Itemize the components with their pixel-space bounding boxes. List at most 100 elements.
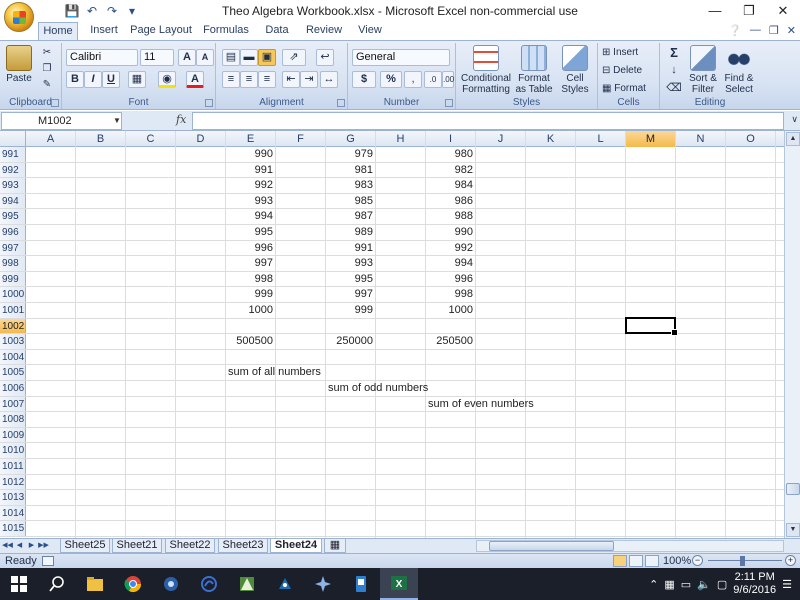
- copy-icon[interactable]: ❐: [40, 63, 54, 75]
- row-header[interactable]: 1002: [0, 318, 26, 334]
- row-header[interactable]: 993: [0, 178, 26, 193]
- insert-cells-button[interactable]: ⊞ Insert: [602, 47, 658, 58]
- active-cell-cursor[interactable]: [625, 317, 678, 336]
- sheet-tab[interactable]: Sheet21: [112, 539, 162, 553]
- cell-e1001[interactable]: 1000: [226, 303, 276, 318]
- row-header[interactable]: 1015: [0, 521, 26, 536]
- zoom-level[interactable]: 100%: [663, 555, 691, 567]
- cell-e998[interactable]: 997: [226, 256, 276, 271]
- sheet-tab[interactable]: Sheet23: [218, 539, 268, 553]
- cell-i995[interactable]: 988: [426, 209, 476, 224]
- normal-view-icon[interactable]: [613, 555, 627, 567]
- worksheet-grid[interactable]: ABCDEFGHIJKLMNO 991 990 979 980 992 991 981 982…: [0, 131, 784, 538]
- row-header[interactable]: 1006: [0, 381, 26, 396]
- cell-i994[interactable]: 986: [426, 194, 476, 209]
- scroll-up-icon[interactable]: ▲: [786, 132, 800, 146]
- column-header-j[interactable]: J: [476, 131, 526, 147]
- zoom-slider-thumb[interactable]: [740, 556, 745, 566]
- cell-g998[interactable]: 993: [326, 256, 376, 271]
- format-cells-button[interactable]: ▦ Format: [602, 83, 658, 94]
- formula-input[interactable]: [192, 112, 784, 130]
- cell-styles-button[interactable]: Cell Styles: [556, 45, 594, 95]
- last-sheet-icon[interactable]: ▶▶: [38, 540, 49, 552]
- cell-g993[interactable]: 983: [326, 178, 376, 193]
- row-header[interactable]: 999: [0, 271, 26, 287]
- minimize-workbook-icon[interactable]: —: [750, 24, 761, 37]
- show-hidden-icons-icon[interactable]: ⌃: [649, 578, 658, 591]
- chrome-icon[interactable]: [114, 568, 152, 600]
- cell-e1005[interactable]: sum of all numbers: [228, 365, 321, 380]
- find-select-button[interactable]: Find & Select: [722, 45, 756, 95]
- wrap-text-icon[interactable]: ↩: [316, 49, 334, 66]
- tab-page-layout[interactable]: Page Layout: [130, 22, 192, 40]
- row-header[interactable]: 1014: [0, 505, 26, 521]
- cell-g1006[interactable]: sum of odd numbers: [328, 381, 428, 396]
- bold-button[interactable]: B: [66, 71, 84, 88]
- row-header[interactable]: 1013: [0, 490, 26, 505]
- cell-e992[interactable]: 991: [226, 163, 276, 178]
- start-icon[interactable]: [0, 568, 38, 600]
- orientation-icon[interactable]: ⇗: [282, 49, 306, 66]
- vertical-scrollbar[interactable]: ▲ ▼: [784, 131, 800, 538]
- tab-review[interactable]: Review: [302, 22, 346, 40]
- paste-button[interactable]: Paste: [4, 45, 34, 84]
- cell-e991[interactable]: 990: [226, 147, 276, 162]
- app-icon-5[interactable]: [304, 568, 342, 600]
- align-right-icon[interactable]: ≡: [258, 71, 276, 88]
- close-icon[interactable]: ✕: [766, 0, 800, 22]
- macro-record-icon[interactable]: [42, 556, 54, 566]
- scroll-down-icon[interactable]: ▼: [786, 523, 800, 537]
- column-header-m[interactable]: M: [626, 131, 676, 147]
- restore-icon[interactable]: ❐: [732, 0, 766, 22]
- conditional-formatting-button[interactable]: Conditional Formatting: [460, 45, 512, 95]
- tab-view[interactable]: View: [354, 22, 386, 40]
- name-box[interactable]: M1002: [1, 112, 122, 130]
- insert-function-button[interactable]: fx: [176, 113, 186, 126]
- cell-e996[interactable]: 995: [226, 225, 276, 240]
- row-header[interactable]: 992: [0, 162, 26, 178]
- app-icon-6[interactable]: [342, 568, 380, 600]
- cell-g1000[interactable]: 997: [326, 287, 376, 302]
- insert-sheet-icon[interactable]: ▦: [324, 539, 346, 553]
- cell-e997[interactable]: 996: [226, 241, 276, 256]
- increase-indent-icon[interactable]: ⇥: [300, 71, 318, 88]
- underline-button[interactable]: U: [102, 71, 120, 88]
- tab-formulas[interactable]: Formulas: [200, 22, 252, 40]
- borders-icon[interactable]: ▦: [128, 71, 146, 88]
- cell-i1000[interactable]: 998: [426, 287, 476, 302]
- volume-icon[interactable]: 🔈: [697, 578, 711, 591]
- row-header[interactable]: 1004: [0, 349, 26, 365]
- horizontal-scroll-thumb[interactable]: [489, 541, 614, 551]
- expand-formula-bar-icon[interactable]: ∨: [791, 114, 798, 125]
- row-header[interactable]: 1011: [0, 459, 26, 474]
- alignment-launcher-icon[interactable]: [337, 99, 345, 107]
- fill-icon[interactable]: ↓: [666, 65, 682, 76]
- office-button[interactable]: [4, 2, 34, 32]
- help-icon[interactable]: ❔: [728, 24, 742, 37]
- tab-home[interactable]: Home: [38, 22, 78, 40]
- align-top-icon[interactable]: ▤: [222, 49, 240, 66]
- row-header[interactable]: 997: [0, 240, 26, 256]
- cell-i1007[interactable]: sum of even numbers: [428, 397, 534, 412]
- format-painter-icon[interactable]: ✎: [40, 79, 54, 91]
- decrease-decimal-icon[interactable]: .00: [442, 71, 454, 88]
- column-header-h[interactable]: H: [376, 131, 426, 147]
- cell-i1001[interactable]: 1000: [426, 303, 476, 318]
- cell-i991[interactable]: 980: [426, 147, 476, 162]
- cell-g995[interactable]: 987: [326, 209, 376, 224]
- row-header[interactable]: 1003: [0, 334, 26, 349]
- app-icon-3[interactable]: [228, 568, 266, 600]
- page-layout-view-icon[interactable]: [629, 555, 643, 567]
- format-as-table-button[interactable]: Format as Table: [514, 45, 554, 95]
- row-header[interactable]: 1005: [0, 365, 26, 380]
- first-sheet-icon[interactable]: ◀◀: [2, 540, 13, 552]
- cell-g992[interactable]: 981: [326, 163, 376, 178]
- clear-icon[interactable]: ⌫: [666, 83, 682, 94]
- column-header-e[interactable]: E: [226, 131, 276, 147]
- shrink-font-icon[interactable]: A: [196, 49, 214, 66]
- minimize-icon[interactable]: —: [698, 0, 732, 22]
- decrease-indent-icon[interactable]: ⇤: [282, 71, 300, 88]
- column-header-k[interactable]: K: [526, 131, 576, 147]
- column-header-c[interactable]: C: [126, 131, 176, 147]
- sheet-tab[interactable]: Sheet25: [60, 539, 110, 553]
